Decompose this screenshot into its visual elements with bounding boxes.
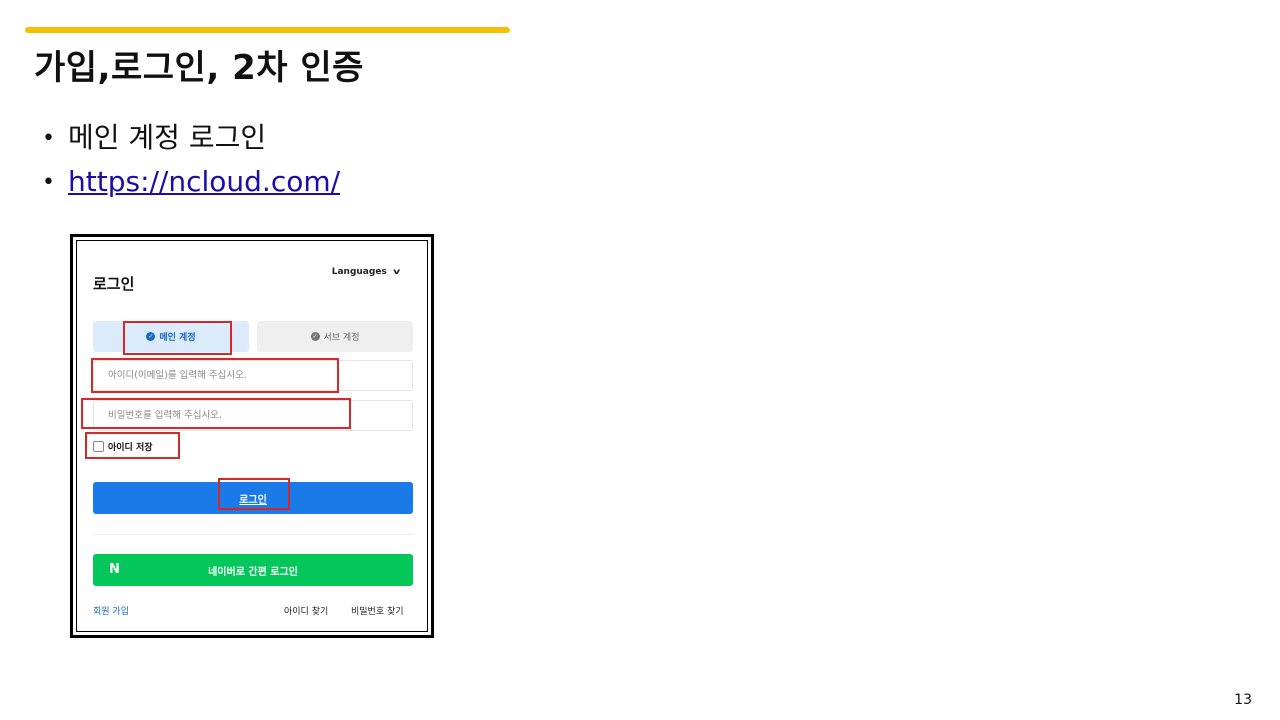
bullet-text: 메인 계정 로그인 [68,121,267,154]
login-button-label: 로그인 [239,494,267,506]
tab-main-label: 메인 계정 [159,333,196,343]
login-title: 로그인 [93,275,135,293]
bullet-dot: • [42,126,55,151]
bullet-item-url: • https://ncloud.com/ [42,160,340,204]
divider [93,534,413,535]
find-id-link[interactable]: 아이디 찾기 [284,604,328,617]
naver-logo-icon: N [109,562,120,577]
login-button[interactable]: 로그인 [93,482,413,514]
id-input[interactable] [94,361,412,390]
find-password-link[interactable]: 비밀번호 찾기 [351,604,404,617]
title-accent-bar [25,27,510,33]
save-id-label: 아이디 저장 [108,443,153,453]
slide-title: 가입,로그인, 2차 인증 [34,48,364,88]
ncloud-link[interactable]: https://ncloud.com/ [68,165,340,198]
bullet-list: • 메인 계정 로그인 • https://ncloud.com/ [42,116,340,204]
chevron-down-icon: v [392,267,401,276]
bullet-dot: • [42,170,55,195]
tab-sub-account[interactable]: ✓ 서브 계정 [257,321,413,352]
password-input[interactable] [94,401,412,430]
id-field-wrapper [93,360,413,391]
login-card: 로그인 Languagesv ✓메인 계정 ✓서브 계정 아이디 저장 로그인 … [81,245,423,627]
password-field-wrapper [93,400,413,431]
login-screenshot-frame: 로그인 Languagesv ✓메인 계정 ✓서브 계정 아이디 저장 로그인 … [70,234,434,638]
languages-label: Languages [331,267,387,277]
highlight-save-id [85,432,180,459]
bullet-item-main-login: • 메인 계정 로그인 [42,116,340,160]
highlight-password-input [81,398,351,429]
page-number: 13 [1234,692,1252,708]
highlight-main-tab [123,321,232,355]
tab-sub-label: 서브 계정 [323,333,360,343]
check-circle-icon: ✓ [146,332,156,341]
naver-login-button[interactable]: N 네이버로 간편 로그인 [93,554,413,586]
languages-dropdown[interactable]: Languages v [331,267,401,277]
save-id-checkbox[interactable] [93,441,104,452]
signup-link[interactable]: 회원 가입 [93,604,129,617]
check-circle-icon: ✓ [310,332,320,341]
highlight-login-button [218,478,290,510]
save-id-option[interactable]: 아이디 저장 [93,440,153,453]
highlight-id-input [91,358,339,393]
tab-main-account[interactable]: ✓ 메인 계정 [93,321,249,352]
naver-login-label: 네이버로 간편 로그인 [208,566,298,578]
